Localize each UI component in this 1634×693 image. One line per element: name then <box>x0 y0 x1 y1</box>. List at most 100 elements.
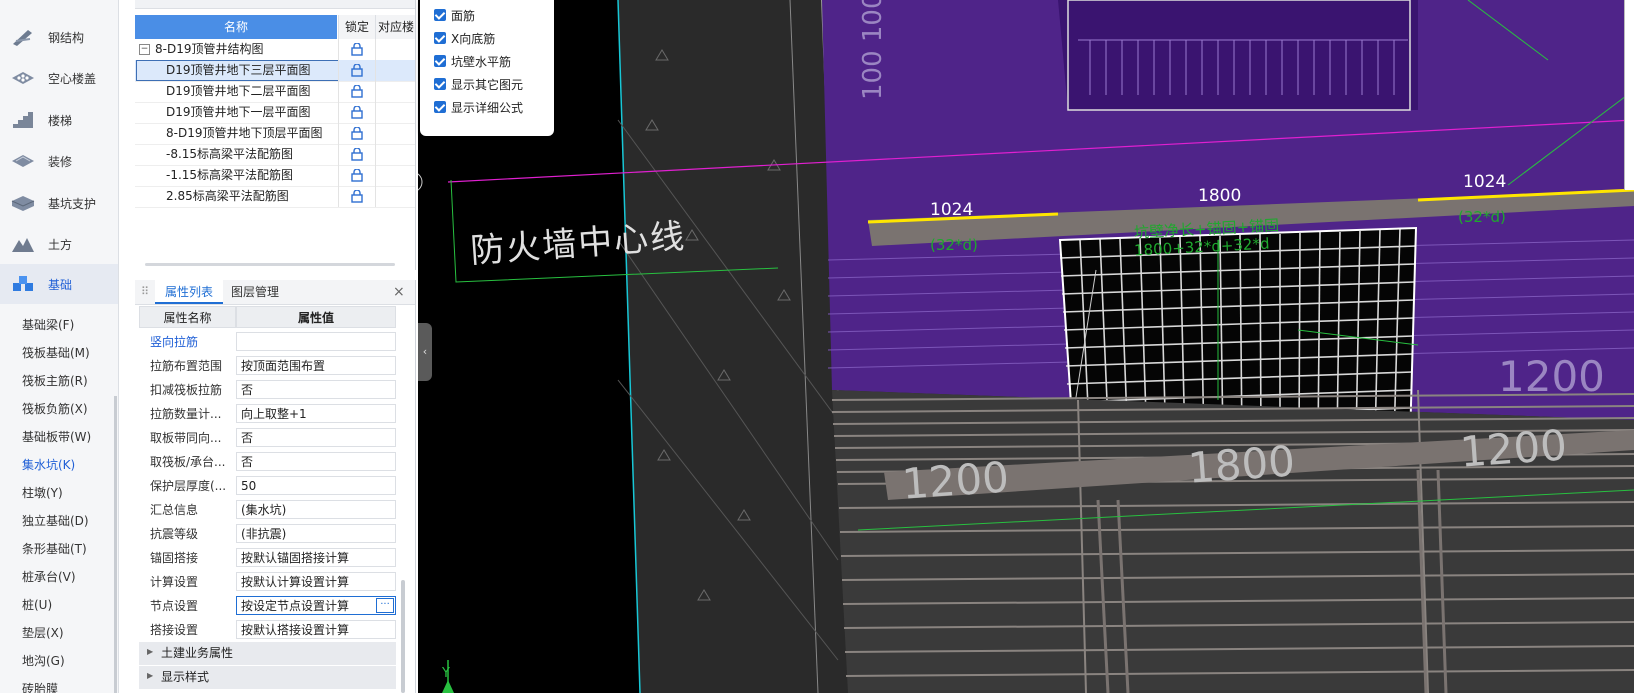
tab-layer-management[interactable]: 图层管理 <box>231 280 279 304</box>
collapse-toggle[interactable]: − <box>139 44 150 55</box>
tree-h-scrollbar[interactable] <box>145 263 395 266</box>
sub-item-strip-footing[interactable]: 条形基础(T) <box>22 538 87 560</box>
nav-scrollbar[interactable] <box>114 396 117 693</box>
lock-cell[interactable] <box>338 39 376 60</box>
sub-item-isolated-footing[interactable]: 独立基础(D) <box>22 510 89 532</box>
lock-icon <box>351 127 363 140</box>
prop-value[interactable]: (非抗震) <box>236 524 396 543</box>
sub-item-sump-pit[interactable]: 集水坑(K) <box>22 454 75 476</box>
prop-value[interactable]: 按默认搭接设置计算 <box>236 620 396 639</box>
lock-cell[interactable] <box>338 81 376 102</box>
prop-row[interactable]: 扣减筏板拉筋否 <box>135 378 415 402</box>
nav-label-pit-support: 基坑支护 <box>48 196 97 211</box>
prop-row[interactable]: 汇总信息 (集水坑) <box>135 498 415 522</box>
drag-handle-icon[interactable]: ⠿ <box>141 285 149 298</box>
sub-item-trench[interactable]: 地沟(G) <box>22 650 65 672</box>
nav-item-partial[interactable] <box>0 0 118 18</box>
left-nav: 钢结构 空心楼盖 楼梯 装修 基坑支护 土方 基础 基础梁(F) 筏板基础(M)… <box>0 0 119 693</box>
nav-item-pit-support[interactable]: 基坑支护 <box>0 183 118 223</box>
nav-item-steel[interactable]: 钢结构 <box>0 17 118 57</box>
panel-collapse-button[interactable]: ‹ <box>418 323 432 381</box>
sub-item-column-pier[interactable]: 柱墩(Y) <box>22 482 63 504</box>
sub-item-slab-strip[interactable]: 基础板带(W) <box>22 426 91 448</box>
checkbox-checked-icon[interactable] <box>434 101 446 113</box>
sub-item-raft-main-bar[interactable]: 筏板主筋(R) <box>22 370 88 392</box>
group-civil-props[interactable]: ▶ 土建业务属性 <box>139 642 396 665</box>
prop-value[interactable]: 按默认锚固搭接计算 <box>236 548 396 567</box>
tree-col-name[interactable]: 名称 <box>135 15 337 39</box>
prop-value[interactable]: 50 <box>236 476 396 495</box>
sub-item-cushion[interactable]: 垫层(X) <box>22 622 64 644</box>
prop-value[interactable]: 否 <box>236 380 396 399</box>
lock-cell[interactable] <box>338 60 376 81</box>
checkbox-checked-icon[interactable] <box>434 78 446 90</box>
cad-canvas[interactable]: C 防火墙中心线 1024 1800 1024 1200 1800 1200 1… <box>418 0 1634 693</box>
nav-item-stairs[interactable]: 楼梯 <box>0 100 118 140</box>
nav-item-decoration[interactable]: 装修 <box>0 141 118 181</box>
vertical-dim-text: 100 100 2500 <box>858 0 888 100</box>
sub-item-raft-neg-bar[interactable]: 筏板负筋(X) <box>22 398 88 420</box>
tree-row[interactable]: − 8-D19顶管井结构图 <box>135 39 415 61</box>
lock-cell[interactable] <box>338 165 376 186</box>
prop-row[interactable]: 拉筋数量计... 向上取整+1 <box>135 402 415 426</box>
check-other-elements[interactable]: 显示其它图元 <box>434 73 523 95</box>
prop-row[interactable]: 搭接设置 按默认搭接设置计算 <box>135 618 415 642</box>
prop-value[interactable]: 按默认计算设置计算 <box>236 572 396 591</box>
more-options-button[interactable]: ··· <box>376 598 394 613</box>
check-detailed-formula[interactable]: 显示详细公式 <box>434 96 523 118</box>
prop-name: 取板带同向... <box>150 431 222 445</box>
check-face-bar[interactable]: 面筋 <box>434 4 475 26</box>
group-display-style[interactable]: ▶ 显示样式 <box>139 666 396 689</box>
prop-row[interactable]: 取板带同向... 否 <box>135 426 415 450</box>
prop-row[interactable]: 计算设置 按默认计算设置计算 <box>135 570 415 594</box>
checkbox-checked-icon[interactable] <box>434 9 446 21</box>
prop-value[interactable] <box>236 332 396 351</box>
prop-row[interactable]: 拉筋布置范围 按顶面范围布置 <box>135 354 415 378</box>
checkbox-checked-icon[interactable] <box>434 55 446 67</box>
tree-row[interactable]: 8-D19顶管井地下顶层平面图 <box>135 123 415 145</box>
lock-cell[interactable] <box>338 123 376 144</box>
close-icon[interactable]: × <box>393 280 405 304</box>
prop-row[interactable]: 取筏板/承台... 否 <box>135 450 415 474</box>
lock-cell[interactable] <box>338 144 376 165</box>
prop-row-vertical-tie[interactable]: 竖向拉筋 <box>135 330 415 354</box>
tree-row[interactable]: D19顶管井地下一层平面图 <box>135 102 415 124</box>
prop-value-editing[interactable]: 按设定节点设置计算 <box>236 596 396 615</box>
sub-item-brick-mold[interactable]: 砖胎膜 <box>22 678 58 693</box>
tab-property-list[interactable]: 属性列表 <box>155 280 223 304</box>
checkbox-checked-icon[interactable] <box>434 32 446 44</box>
tree-row-label: 2.85标高梁平法配筋图 <box>166 189 289 203</box>
nav-item-earthwork[interactable]: 土方 <box>0 224 118 264</box>
tree-col-corr[interactable]: 对应楼 <box>375 15 415 39</box>
sub-item-raft[interactable]: 筏板基础(M) <box>22 342 90 364</box>
prop-value[interactable]: (集水坑) <box>236 500 396 519</box>
tree-row[interactable]: -8.15标高梁平法配筋图 <box>135 144 415 166</box>
tree-col-lock[interactable]: 锁定 <box>338 15 375 39</box>
tree-row[interactable]: 2.85标高梁平法配筋图 <box>135 186 415 208</box>
lock-cell[interactable] <box>338 102 376 123</box>
sub-item-pile[interactable]: 桩(U) <box>22 594 52 616</box>
sub-item-foundation-beam[interactable]: 基础梁(F) <box>22 314 74 336</box>
prop-value[interactable]: 向上取整+1 <box>236 404 396 423</box>
prop-row[interactable]: 保护层厚度(... 50 <box>135 474 415 498</box>
props-col-name: 属性名称 <box>139 306 236 328</box>
prop-value[interactable]: 否 <box>236 428 396 447</box>
sub-item-pile-cap[interactable]: 桩承台(V) <box>22 566 76 588</box>
lock-cell[interactable] <box>338 186 376 207</box>
lock-icon <box>351 106 363 119</box>
nav-item-hollow-slab[interactable]: 空心楼盖 <box>0 58 118 98</box>
prop-value[interactable]: 否 <box>236 452 396 471</box>
lock-icon <box>351 190 363 203</box>
right-toolbar[interactable] <box>1624 0 1634 190</box>
prop-row[interactable]: 锚固搭接 按默认锚固搭接计算 <box>135 546 415 570</box>
tree-row[interactable]: -1.15标高梁平法配筋图 <box>135 165 415 187</box>
check-x-bottom-bar[interactable]: X向底筋 <box>434 27 495 49</box>
prop-row[interactable]: 抗震等级 (非抗震) <box>135 522 415 546</box>
tree-row-selected[interactable]: D19顶管井地下三层平面图 <box>135 60 415 82</box>
check-pit-wall-bar[interactable]: 坑壁水平筋 <box>434 50 511 72</box>
props-scrollbar[interactable] <box>401 580 405 693</box>
nav-item-foundation[interactable]: 基础 <box>0 264 118 304</box>
prop-value[interactable]: 按顶面范围布置 <box>236 356 396 375</box>
prop-row-node-setting[interactable]: 节点设置 按设定节点设置计算 ··· <box>135 594 415 618</box>
tree-row[interactable]: D19顶管井地下二层平面图 <box>135 81 415 103</box>
